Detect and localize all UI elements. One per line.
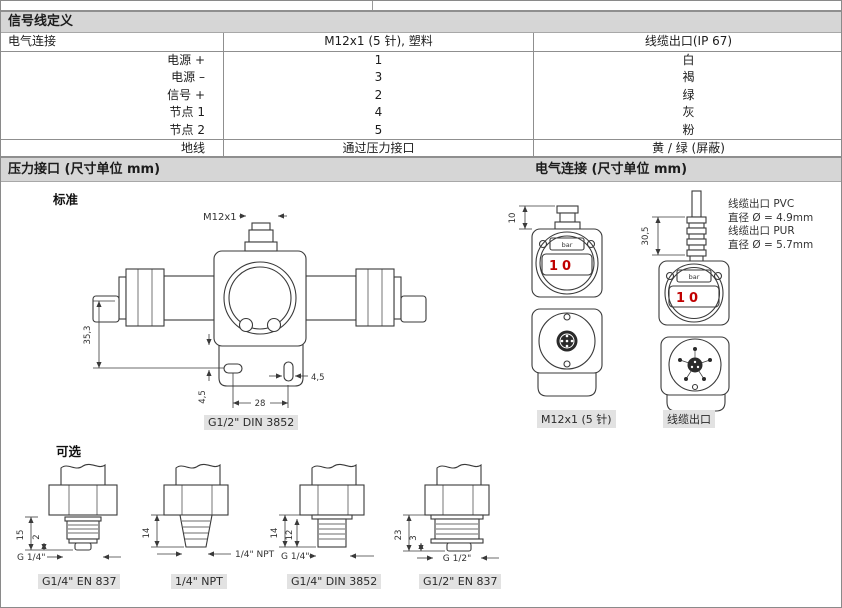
svg-text:35,3: 35,3 bbox=[83, 326, 93, 345]
svg-text:4,5: 4,5 bbox=[198, 390, 208, 404]
thread-callout: 1/4" NPT bbox=[157, 550, 275, 560]
column-divider bbox=[372, 1, 373, 10]
fitting-g12-en837-drawing: 23 3 G 1/2" bbox=[393, 459, 543, 571]
button-right bbox=[268, 319, 281, 332]
left-fitting bbox=[93, 269, 214, 326]
standard-group-label: 标准 bbox=[53, 189, 78, 208]
pin-number: 1 bbox=[224, 52, 533, 69]
standard-pressure-port-drawing: M12x1 bbox=[81, 199, 426, 436]
svg-text:14: 14 bbox=[270, 528, 280, 539]
dimension-12: 12 bbox=[285, 519, 297, 547]
header-connection: 电气连接 bbox=[1, 33, 223, 51]
svg-text:30,5: 30,5 bbox=[641, 227, 651, 246]
front-view: bar 10 bbox=[532, 229, 602, 297]
pin-number: 5 bbox=[224, 122, 533, 139]
fitting-label: G1/4" DIN 3852 bbox=[287, 574, 381, 589]
svg-text:12: 12 bbox=[285, 530, 295, 541]
signal-table-title: 信号线定义 bbox=[8, 14, 73, 29]
sensor-body bbox=[214, 251, 306, 346]
header-m12-plastic: M12x1 (5 针), 塑料 bbox=[223, 33, 533, 51]
thread-callout: G 1/4" bbox=[17, 553, 121, 563]
wire-color: 褐 bbox=[534, 69, 842, 86]
svg-text:3: 3 bbox=[409, 535, 419, 540]
svg-text:4,5: 4,5 bbox=[311, 373, 325, 383]
m12-connector-top bbox=[555, 206, 580, 229]
fitting-label: G1/2" EN 837 bbox=[419, 574, 501, 589]
pin-name: 电源 – bbox=[1, 69, 223, 86]
right-fitting bbox=[306, 269, 426, 326]
dimension-28: 28 bbox=[233, 373, 288, 409]
svg-text:10: 10 bbox=[549, 259, 575, 274]
datasheet-page: 信号线定义 电气连接 M12x1 (5 针), 塑料 线缆出口(IP 67) 电… bbox=[0, 0, 842, 608]
svg-text:M12x1: M12x1 bbox=[203, 212, 237, 223]
section-header-bar: 压力接口 (尺寸单位 mm) 电气连接 (尺寸单位 mm) bbox=[1, 156, 841, 182]
wire-color: 白 bbox=[534, 52, 842, 69]
top-table-remnant bbox=[1, 1, 841, 10]
pin-name: 电源 + bbox=[1, 52, 223, 69]
pin-number: 2 bbox=[224, 87, 533, 104]
svg-text:bar: bar bbox=[689, 273, 700, 281]
m12-dimension: M12x1 bbox=[203, 212, 287, 223]
back-view bbox=[532, 309, 602, 396]
note-line: 线缆出口 PUR bbox=[728, 225, 840, 239]
wire-color: 粉 bbox=[534, 122, 842, 139]
svg-text:28: 28 bbox=[255, 399, 266, 409]
dimension-4-5-vertical: 4,5 bbox=[198, 334, 209, 404]
svg-text:G 1/2": G 1/2" bbox=[443, 554, 471, 564]
m12-version-label: M12x1 (5 针) bbox=[537, 410, 616, 428]
dimension-2: 2 bbox=[32, 534, 44, 550]
dimension-14: 14 bbox=[142, 515, 184, 547]
cable-outlet-notes: 线缆出口 PVC 直径 Ø = 4.9mm 线缆出口 PUR 直径 Ø = 5.… bbox=[728, 198, 840, 252]
pin-names-column: 电源 + 电源 – 信号 + 节点 1 节点 2 bbox=[1, 52, 223, 139]
dimension-15: 15 bbox=[16, 517, 73, 550]
wire-color: 绿 bbox=[534, 87, 842, 104]
section-title-electrical: 电气连接 (尺寸单位 mm) bbox=[535, 158, 687, 181]
note-line: 线缆出口 PVC bbox=[728, 198, 840, 212]
button-left bbox=[240, 319, 253, 332]
wire-color: 灰 bbox=[534, 104, 842, 121]
fitting-label: 1/4" NPT bbox=[171, 574, 227, 589]
svg-text:14: 14 bbox=[142, 528, 152, 539]
back-view bbox=[661, 337, 729, 411]
svg-text:2: 2 bbox=[32, 534, 42, 539]
pin-name: 节点 2 bbox=[1, 122, 223, 139]
m12-connector-top bbox=[245, 223, 277, 251]
wire-colors-column: 白 褐 绿 灰 粉 bbox=[533, 52, 842, 139]
signal-table-title-bar: 信号线定义 bbox=[1, 10, 841, 33]
dimension-3: 3 bbox=[409, 535, 421, 551]
cable-version-label: 线缆出口 bbox=[663, 410, 715, 428]
thread-callout: G 1/4" bbox=[281, 552, 374, 562]
dimension-30-5: 30,5 bbox=[641, 217, 685, 255]
pin-name: 信号 + bbox=[1, 87, 223, 104]
port-thread-label: G1/2" DIN 3852 bbox=[204, 415, 298, 430]
optional-group-label: 可选 bbox=[56, 441, 81, 460]
svg-text:bar: bar bbox=[562, 241, 573, 249]
svg-text:23: 23 bbox=[394, 530, 404, 541]
note-line: 直径 Ø = 4.9mm bbox=[728, 212, 840, 226]
svg-text:10: 10 bbox=[508, 213, 518, 224]
pin-numbers-column: 1 3 2 4 5 bbox=[223, 52, 533, 139]
header-cable-outlet: 线缆出口(IP 67) bbox=[533, 33, 842, 51]
section-title-pressure: 压力接口 (尺寸单位 mm) bbox=[8, 158, 160, 181]
m12-version-drawing: 10 bar 10 bbox=[506, 191, 621, 419]
svg-text:10: 10 bbox=[676, 291, 702, 306]
thread-callout: G 1/2" bbox=[417, 554, 499, 564]
svg-text:G 1/4": G 1/4" bbox=[17, 553, 45, 563]
svg-text:G 1/4": G 1/4" bbox=[281, 552, 309, 562]
fitting-g14-en837-drawing: 15 2 G 1/4" bbox=[11, 459, 141, 571]
fitting-label: G1/4" EN 837 bbox=[38, 574, 120, 589]
pin-number: 3 bbox=[224, 69, 533, 86]
table-row: 电源 + 电源 – 信号 + 节点 1 节点 2 1 3 2 4 5 白 褐 绿… bbox=[1, 52, 842, 140]
signal-wire-table: 电气连接 M12x1 (5 针), 塑料 线缆出口(IP 67) 电源 + 电源… bbox=[1, 33, 842, 159]
table-row: 电气连接 M12x1 (5 针), 塑料 线缆出口(IP 67) bbox=[1, 33, 842, 52]
pin-name: 节点 1 bbox=[1, 104, 223, 121]
pin-number: 4 bbox=[224, 104, 533, 121]
svg-text:15: 15 bbox=[16, 530, 26, 541]
cable bbox=[687, 191, 706, 262]
dimension-10: 10 bbox=[508, 206, 555, 229]
note-line: 直径 Ø = 5.7mm bbox=[728, 239, 840, 253]
front-view: bar 10 bbox=[659, 261, 729, 325]
m12-socket bbox=[557, 331, 578, 352]
dimension-4-5-horizontal: 4,5 bbox=[269, 373, 325, 383]
